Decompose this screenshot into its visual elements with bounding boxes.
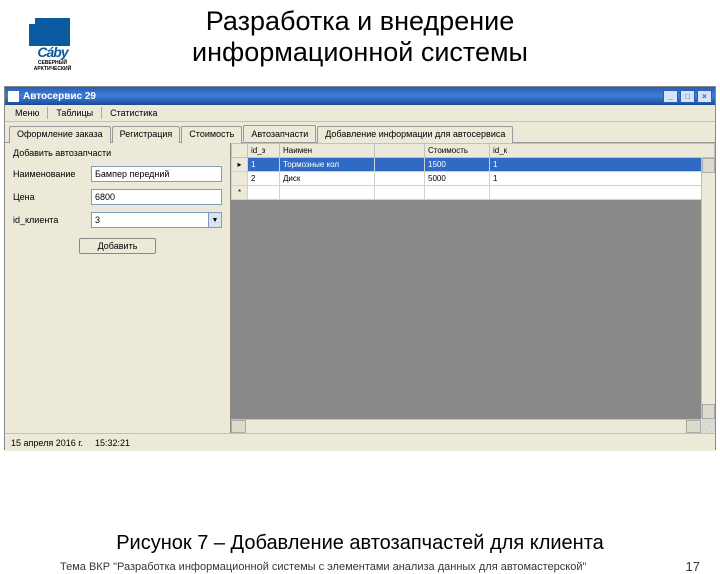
- tab-parts[interactable]: Автозапчасти: [243, 125, 316, 142]
- grid-header[interactable]: id_к: [490, 144, 715, 158]
- scrollbar-vertical[interactable]: [701, 158, 715, 419]
- form-panel: Добавить автозапчасти Наименование Цена …: [5, 143, 230, 433]
- scrollbar-horizontal[interactable]: [231, 419, 701, 433]
- table-row[interactable]: ▸ 1 Тормозные кол 1500 1: [232, 158, 715, 172]
- menubar: Меню Таблицы Статистика: [5, 105, 715, 122]
- tab-cost[interactable]: Стоимость: [181, 126, 242, 143]
- titlebar[interactable]: Автосервис 29 _ □ ×: [5, 87, 715, 105]
- label-client: id_клиента: [13, 215, 85, 225]
- grid-header[interactable]: [375, 144, 425, 158]
- minimize-button[interactable]: _: [663, 90, 678, 103]
- data-grid[interactable]: id_з Наимен Стоимость id_к ▸ 1 Тормозные…: [230, 143, 715, 433]
- add-button[interactable]: Добавить: [79, 238, 157, 254]
- new-row-marker[interactable]: *: [232, 186, 248, 200]
- menu-item[interactable]: Таблицы: [50, 107, 99, 119]
- window-title: Автосервис 29: [23, 91, 663, 102]
- app-icon: [8, 91, 19, 102]
- grid-header[interactable]: id_з: [248, 144, 280, 158]
- figure-caption: Рисунок 7 – Добавление автозапчастей для…: [0, 532, 720, 555]
- grid-header[interactable]: Стоимость: [425, 144, 490, 158]
- page-number: 17: [686, 559, 700, 574]
- grid-header[interactable]: Наимен: [280, 144, 375, 158]
- logo: Cáby СЕВЕРНЫЙ АРКТИЧЕСКИЙ: [20, 18, 85, 73]
- footer-text: Тема ВКР "Разработка информационной сист…: [60, 561, 586, 573]
- tabs: Оформление заказа Регистрация Стоимость …: [5, 122, 715, 143]
- chevron-down-icon[interactable]: ▼: [208, 213, 221, 227]
- menu-item[interactable]: Статистика: [104, 107, 163, 119]
- row-selector[interactable]: ▸: [232, 158, 248, 172]
- menu-item[interactable]: Меню: [9, 107, 45, 119]
- status-date: 15 апреля 2016 г.: [11, 438, 83, 448]
- price-input[interactable]: [91, 189, 222, 205]
- slide-title: Разработка и внедрениеинформационной сис…: [0, 0, 720, 68]
- form-title: Добавить автозапчасти: [13, 148, 222, 158]
- grid-header[interactable]: [232, 144, 248, 158]
- app-window: Автосервис 29 _ □ × Меню Таблицы Статист…: [4, 86, 716, 450]
- row-selector[interactable]: [232, 172, 248, 186]
- status-time: 15:32:21: [95, 438, 130, 448]
- statusbar: 15 апреля 2016 г. 15:32:21: [5, 433, 715, 451]
- resize-grip[interactable]: [701, 419, 715, 433]
- tab-info[interactable]: Добавление информации для автосервиса: [317, 126, 513, 143]
- label-price: Цена: [13, 192, 85, 202]
- tab-orders[interactable]: Оформление заказа: [9, 126, 111, 143]
- maximize-button[interactable]: □: [680, 90, 695, 103]
- label-name: Наименование: [13, 169, 85, 179]
- close-button[interactable]: ×: [697, 90, 712, 103]
- tab-registration[interactable]: Регистрация: [112, 126, 181, 143]
- table-row-new[interactable]: *: [232, 186, 715, 200]
- table-row[interactable]: 2 Диск 5000 1: [232, 172, 715, 186]
- name-input[interactable]: [91, 166, 222, 182]
- client-combo[interactable]: 3 ▼: [91, 212, 222, 228]
